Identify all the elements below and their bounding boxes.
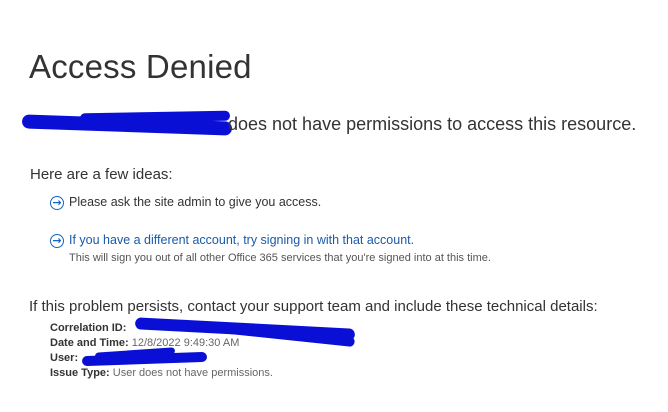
- detail-value: User does not have permissions.: [112, 367, 273, 379]
- detail-label: User:: [50, 352, 79, 364]
- idea-item: → Please ask the site admin to give you …: [50, 195, 321, 210]
- support-intro: If this problem persists, contact your s…: [29, 298, 598, 315]
- denied-message-text: does not have permissions to access this…: [228, 114, 637, 134]
- detail-label: Correlation ID:: [50, 322, 127, 334]
- idea-item: → If you have a different account, try s…: [50, 233, 414, 248]
- sign-in-different-account-link[interactable]: If you have a different account, try sig…: [69, 233, 414, 247]
- arrow-circle-icon: →: [50, 196, 64, 210]
- detail-row-user: User:: [50, 347, 273, 367]
- detail-value: 12/8/2022 9:49:30 AM: [131, 337, 240, 349]
- page-title: Access Denied: [29, 48, 252, 85]
- idea-text: Please ask the site admin to give you ac…: [69, 195, 322, 209]
- ideas-heading: Here are a few ideas:: [30, 166, 173, 183]
- detail-label: Date and Time:: [50, 337, 129, 349]
- idea-subtext: This will sign you out of all other Offi…: [69, 252, 491, 264]
- technical-details: Correlation ID: Date and Time: 12/8/2022…: [50, 317, 356, 381]
- arrow-circle-icon[interactable]: →: [50, 234, 64, 248]
- denied-message-line: does not have permissions to access this…: [20, 110, 660, 140]
- detail-label: Issue Type:: [50, 367, 110, 379]
- detail-row-issue-type: Issue Type: User does not have permissio…: [50, 366, 273, 381]
- detail-row-correlation-id: Correlation ID:: [50, 317, 356, 348]
